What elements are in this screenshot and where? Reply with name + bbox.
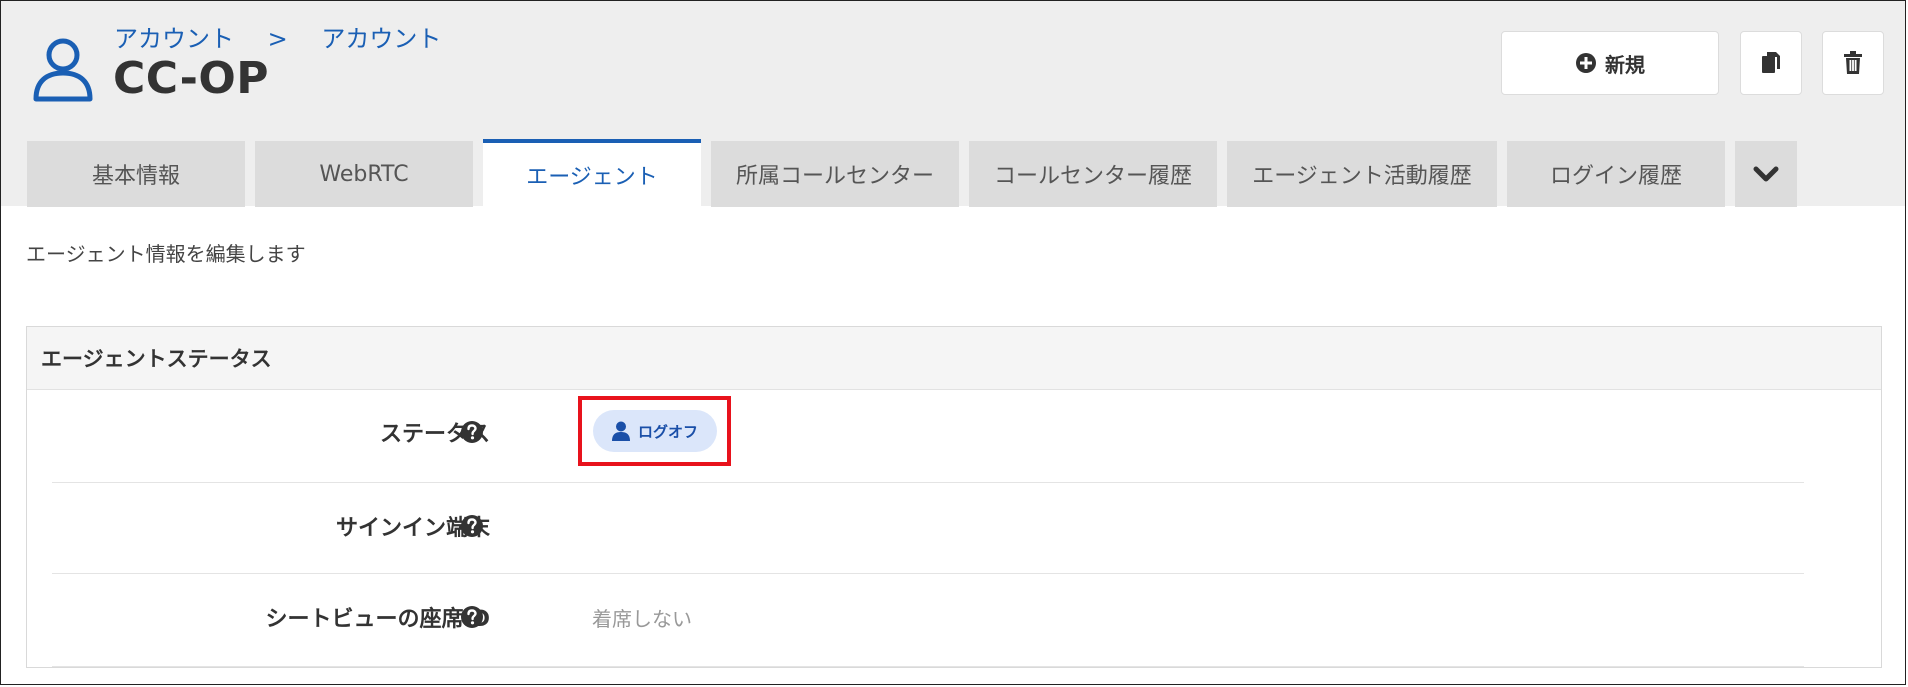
copy-button[interactable]: [1740, 31, 1802, 95]
new-button-label: 新規: [1605, 52, 1645, 77]
plus-circle-icon: [1576, 53, 1596, 73]
seat-id-label: シートビューの座席ID: [265, 607, 490, 632]
help-circle-icon[interactable]: [460, 420, 484, 444]
tab-agent-activity-history[interactable]: エージェント活動履歴: [1227, 141, 1497, 207]
trash-icon: [1844, 51, 1862, 74]
new-button[interactable]: 新規: [1501, 31, 1719, 95]
breadcrumb-link-account-current[interactable]: アカウント: [321, 25, 441, 53]
seat-id-value: 着席しない: [592, 606, 692, 631]
status-row: ステータス: [52, 386, 1804, 478]
page-title: CC-OP: [113, 53, 270, 104]
tab-agent[interactable]: エージェント: [483, 139, 701, 207]
panel-title: エージェントステータス: [27, 327, 1881, 390]
tab-call-center[interactable]: 所属コールセンター: [711, 141, 959, 207]
help-circle-icon[interactable]: [460, 514, 484, 538]
delete-button[interactable]: [1822, 31, 1884, 95]
account-user-icon: [33, 38, 93, 102]
tab-login-history[interactable]: ログイン履歴: [1507, 141, 1725, 207]
copy-icon: [1762, 52, 1780, 73]
page-header: アカウント > アカウント CC-OP 新規 基本情報 WebRTC エージェン…: [1, 1, 1905, 207]
signin-terminal-row: サインイン端末: [52, 480, 1804, 572]
help-circle-icon[interactable]: [460, 605, 484, 629]
tab-more-dropdown[interactable]: [1735, 141, 1797, 207]
breadcrumb: アカウント > アカウント: [114, 19, 441, 54]
seat-id-row: シートビューの座席ID 着席しない: [52, 571, 1804, 663]
breadcrumb-link-account[interactable]: アカウント: [114, 25, 234, 53]
breadcrumb-separator: >: [267, 25, 288, 53]
chevron-down-icon: [1753, 166, 1779, 182]
highlight-box: [578, 396, 731, 466]
page-description: エージェント情報を編集します: [26, 242, 306, 266]
tab-webrtc[interactable]: WebRTC: [255, 141, 473, 207]
row-divider: [52, 666, 1804, 667]
tab-basic-info[interactable]: 基本情報: [27, 141, 245, 207]
tab-call-center-history[interactable]: コールセンター履歴: [969, 141, 1217, 207]
